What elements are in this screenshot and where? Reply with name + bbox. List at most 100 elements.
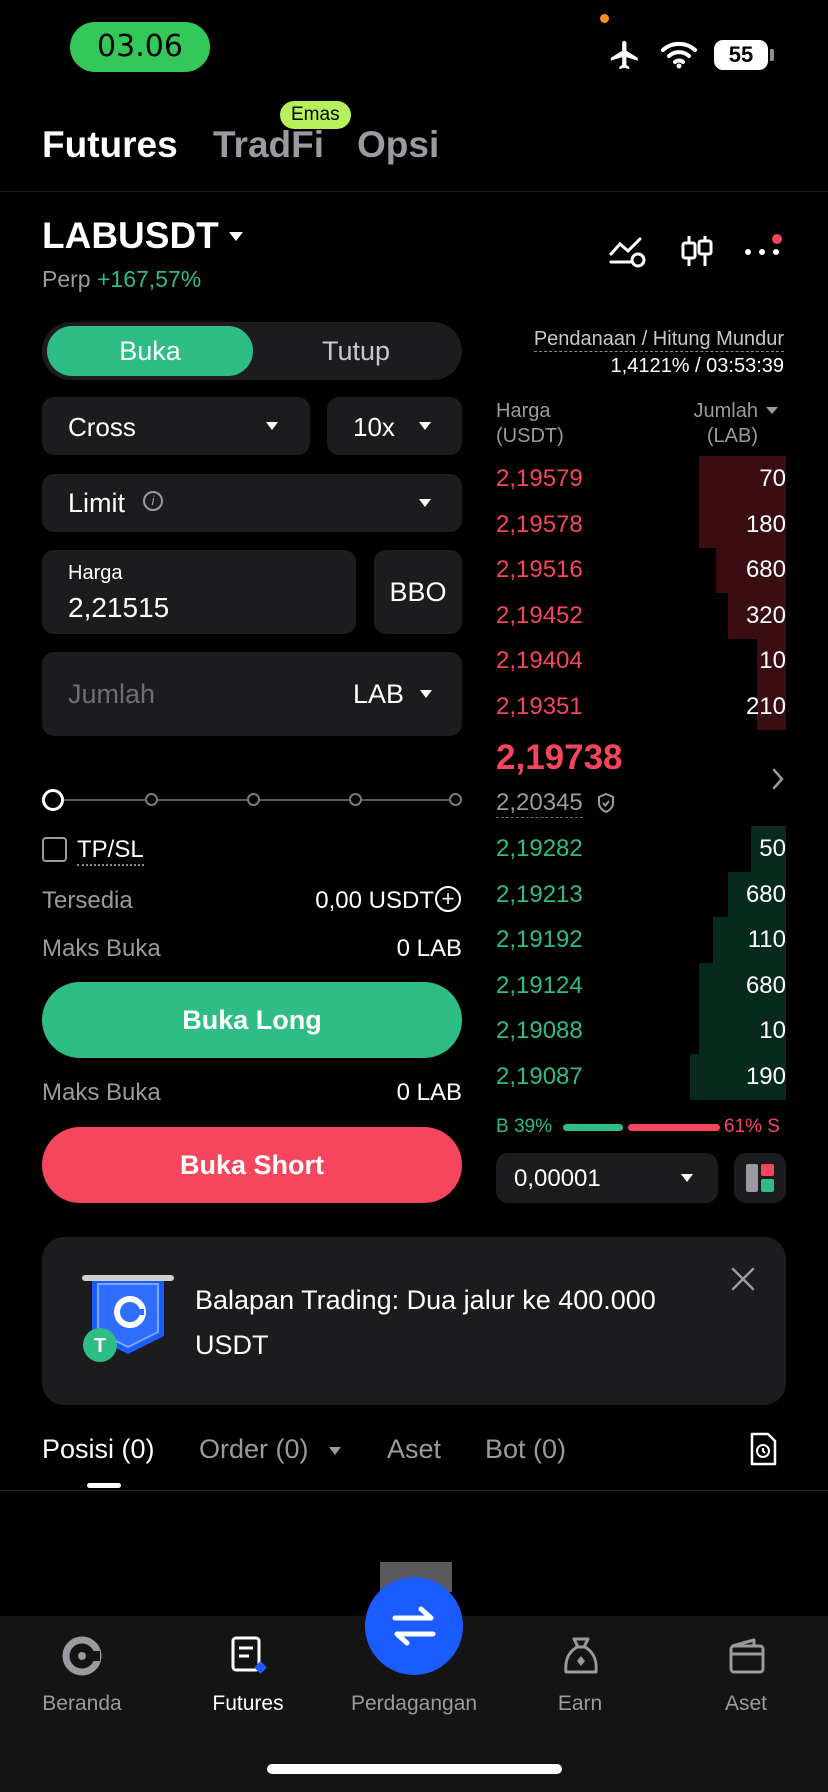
tradfi-badge: Emas — [280, 101, 351, 129]
amount-unit[interactable]: LAB — [353, 679, 404, 710]
ask-price: 2,19516 — [496, 556, 583, 584]
pair-selector[interactable]: LABUSDT — [42, 215, 219, 257]
tpsl-checkbox[interactable] — [42, 837, 67, 862]
close-icon[interactable] — [730, 1266, 756, 1297]
ask-row[interactable]: 2,19452 320 — [496, 592, 786, 639]
bid-qty: 680 — [745, 971, 786, 999]
ask-row[interactable]: 2,19404 10 — [496, 638, 786, 685]
ask-qty: 10 — [759, 647, 786, 675]
chart-settings-icon[interactable] — [608, 234, 648, 273]
sell-ratio-bar — [628, 1124, 720, 1131]
open-long-button[interactable]: Buka Long — [42, 982, 462, 1058]
add-funds-icon[interactable]: + — [435, 886, 461, 912]
ask-qty: 210 — [745, 693, 786, 720]
more-options-icon[interactable] — [744, 234, 786, 269]
tabs-divider — [0, 1490, 828, 1491]
tab-orders[interactable]: Order (0) — [199, 1434, 309, 1465]
qty-header-label: Jumlah — [693, 400, 758, 422]
bbo-button[interactable]: BBO — [374, 550, 462, 634]
qty-unit-dropdown-icon[interactable] — [766, 407, 778, 414]
battery-tip — [770, 49, 774, 61]
bid-qty: 50 — [759, 835, 786, 862]
precision-select[interactable]: 0,00001 — [496, 1153, 718, 1203]
ask-price: 2,19578 — [496, 510, 583, 538]
slider-mark-100[interactable] — [449, 793, 462, 806]
ask-row[interactable]: 2,19579 70 — [496, 456, 786, 502]
bid-row[interactable]: 2,19282 50 — [496, 826, 786, 872]
slider-mark-50[interactable] — [247, 793, 260, 806]
margin-mode-select[interactable]: Cross — [42, 397, 310, 455]
price-value: 2,21515 — [68, 592, 170, 623]
funding-label[interactable]: Pendanaan / Hitung Mundur — [533, 328, 784, 352]
tab-opsi[interactable]: Opsi — [357, 124, 439, 166]
amount-placeholder: Jumlah — [68, 679, 156, 709]
bid-price: 2,19192 — [496, 926, 583, 954]
tab-futures[interactable]: Futures — [42, 124, 178, 166]
ask-row[interactable]: 2,19351 210 — [496, 684, 786, 730]
privacy-indicator-dot — [600, 14, 609, 23]
mark-price[interactable]: 2,20345 — [496, 789, 583, 818]
ask-row[interactable]: 2,19516 680 — [496, 547, 786, 594]
bid-row[interactable]: 2,19213 680 — [496, 871, 786, 918]
bid-row[interactable]: 2,19124 680 — [496, 962, 786, 1009]
tab-tradfi[interactable]: TradFi — [213, 124, 324, 166]
orders-dropdown-icon[interactable] — [329, 1447, 341, 1455]
bid-qty: 110 — [747, 926, 786, 954]
open-short-button[interactable]: Buka Short — [42, 1127, 462, 1203]
bid-row[interactable]: 2,19192 110 — [496, 917, 786, 964]
info-icon[interactable]: i — [143, 491, 163, 511]
price-header-unit: (USDT) — [496, 425, 564, 447]
history-icon[interactable] — [748, 1432, 778, 1471]
chevron-down-icon — [419, 422, 431, 430]
amount-slider-handle[interactable] — [42, 789, 64, 811]
price-input[interactable]: Harga 2,21515 — [42, 550, 356, 634]
order-type-select[interactable]: Limit i — [42, 474, 462, 532]
ask-price: 2,19452 — [496, 601, 583, 629]
trade-fab-button[interactable] — [365, 1577, 463, 1675]
wifi-icon — [660, 40, 698, 75]
ask-row[interactable]: 2,19578 180 — [496, 501, 786, 548]
chevron-right-icon[interactable] — [770, 767, 786, 796]
trading-race-icon: T — [80, 1272, 180, 1377]
qty-header-unit: (LAB) — [706, 425, 758, 447]
amount-input[interactable]: Jumlah LAB — [42, 652, 462, 736]
price-header-label: Harga — [496, 400, 551, 422]
tab-assets[interactable]: Aset — [387, 1434, 441, 1465]
orderbook-price-header: Harga (USDT) — [496, 399, 564, 449]
bid-price: 2,19088 — [496, 1017, 583, 1045]
pair-type: Perp — [42, 266, 91, 292]
ask-price: 2,19351 — [496, 693, 583, 720]
promo-banner-text: Balapan Trading: Dua jalur ke 400.000 US… — [195, 1285, 656, 1360]
candlestick-chart-icon[interactable] — [678, 232, 716, 275]
slider-mark-25[interactable] — [145, 793, 158, 806]
bid-row[interactable]: 2,19088 10 — [496, 1008, 786, 1055]
pair-change: +167,57% — [96, 266, 202, 292]
funding-value: 1,4121% / 03:53:39 — [610, 355, 784, 377]
pair-dropdown-icon[interactable] — [229, 232, 243, 241]
sell-ratio: 61% S — [724, 1116, 780, 1137]
open-tab[interactable]: Buka — [47, 326, 253, 376]
slider-mark-75[interactable] — [349, 793, 362, 806]
orderbook-qty-header[interactable]: Jumlah (LAB) — [694, 399, 758, 449]
ask-price: 2,19579 — [496, 465, 583, 492]
nav-assets-label: Aset — [724, 1692, 768, 1715]
bid-qty: 190 — [745, 1063, 786, 1090]
bid-row[interactable]: 2,19087 190 — [496, 1054, 786, 1100]
tab-positions[interactable]: Posisi (0) — [42, 1434, 155, 1465]
svg-text:T: T — [94, 1335, 106, 1357]
ask-qty: 70 — [759, 465, 786, 492]
bid-price: 2,19213 — [496, 880, 583, 908]
futures-doc-icon — [231, 1636, 267, 1674]
tab-bots[interactable]: Bot (0) — [485, 1434, 566, 1465]
max-open-short-value: 0 LAB — [396, 1079, 462, 1106]
leverage-select[interactable]: 10x — [327, 397, 462, 455]
price-label: Harga — [68, 562, 123, 584]
tpsl-label[interactable]: TP/SL — [77, 836, 144, 866]
orderbook-layout-button[interactable] — [734, 1153, 786, 1203]
order-type-value: Limit — [68, 488, 126, 518]
nav-trade-label: Perdagangan — [350, 1692, 478, 1715]
bid-qty: 680 — [745, 880, 786, 908]
close-tab[interactable]: Tutup — [254, 326, 458, 376]
available-label: Tersedia — [42, 887, 133, 914]
layout-icon — [746, 1164, 774, 1192]
